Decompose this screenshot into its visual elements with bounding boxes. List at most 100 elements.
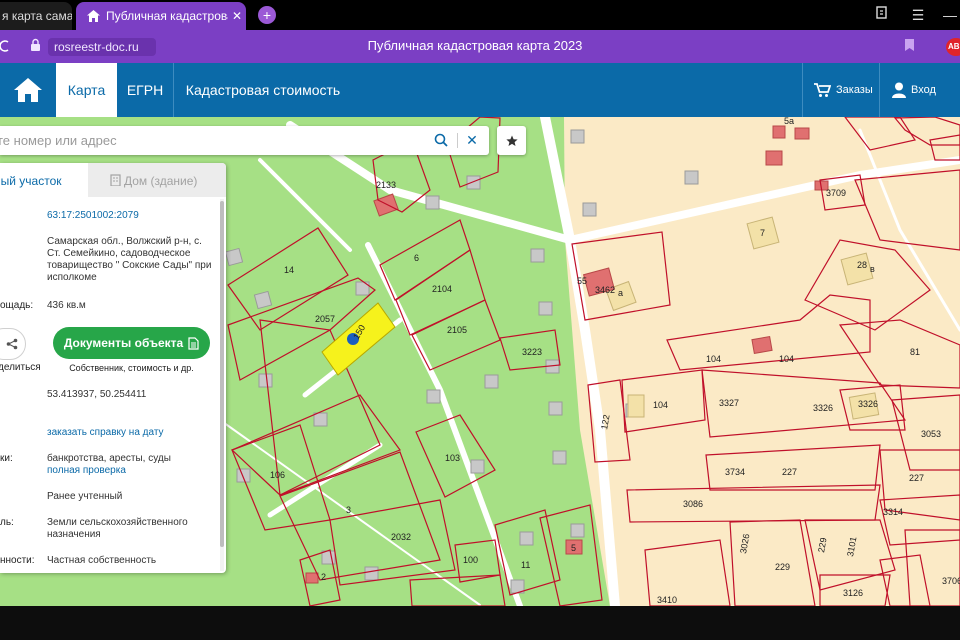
risks-label: ки: [0,453,13,464]
nav-divider [879,63,880,117]
area-label: ощадь: [0,300,34,311]
parcel-label: 229 [775,562,790,572]
minimize-icon[interactable]: — [940,6,960,24]
search-box: ✕ [0,126,489,155]
parcel-label: 3 [346,505,351,515]
tab-building[interactable]: Дом (здание) [88,163,226,197]
parcel-label: 2104 [432,284,452,294]
order-certificate-link[interactable]: заказать справку на дату [47,427,212,439]
share-label: делиться [0,362,41,373]
parcel-label: 5 [571,543,576,553]
browser-tab-active[interactable]: Публичная кадастрова ✕ [76,2,246,30]
parcel-label: 106 [270,470,285,480]
panel-tabs: ный участок Дом (здание) [0,163,226,197]
parcel-label: 11 [521,560,530,570]
ownership-label: нности: [0,555,35,566]
nav-egrn[interactable]: ЕГРН [117,63,173,117]
parcel-label: а [618,288,623,298]
login-label: Вход [911,84,936,96]
parcel-label: 104 [653,400,668,410]
home-icon [14,78,42,102]
parcel-label: 81 [910,347,920,357]
nav-divider [802,63,803,117]
object-documents-button[interactable]: Документы объекта [53,327,210,359]
parcel-label: 227 [782,467,797,477]
parcel-label: 3706 [942,576,960,586]
address-value: Самарская обл., Волжский р-н, с. Ст. Сем… [47,236,212,283]
clear-icon[interactable]: ✕ [465,132,479,148]
category-value: Земли сельскохозяйственного назначения [47,517,188,540]
risks-text: банкротства, аресты, суды [47,453,171,464]
parcel-label: 104 [779,354,794,364]
parcel-label: 7 [760,228,765,238]
coordinates-value: 53.413937, 50.254411 [47,389,147,400]
search-input[interactable] [0,126,420,155]
parcel-label: 28 [857,260,867,270]
tab-search-icon[interactable] [872,6,892,24]
parcel-label: 2105 [447,325,467,335]
login-button[interactable]: Вход [892,63,936,117]
page-title: Публичная кадастровая карта 2023 [367,38,583,53]
cart-icon [814,82,831,97]
parcel-label: 3462 [595,285,615,295]
parcel-label: 5а [784,117,794,126]
tab-title: я карта самар [2,9,72,23]
parcel-label: 2 [321,572,326,582]
url-field[interactable]: rosreestr-doc.ru [48,38,156,56]
orders-label: Заказы [836,84,873,96]
nav-map[interactable]: Карта [56,63,117,117]
site-header: Карта ЕГРН Кадастровая стоимость Заказы … [0,63,960,117]
ownership-value: Частная собственность [47,555,157,566]
parcel-label: 100 [463,555,478,565]
home-favicon-icon [86,9,100,23]
parcel-label: 104 [706,354,721,364]
full-check-link[interactable]: полная проверка [47,465,212,477]
parcel-label: 227 [909,473,924,483]
user-icon [892,82,906,98]
document-icon [188,336,199,350]
favorites-button[interactable] [497,126,526,155]
parcel-label: 3327 [719,398,739,408]
parcel-label: 3734 [725,467,745,477]
orders-button[interactable]: Заказы [814,63,873,117]
parcel-label: в [870,264,875,274]
browser-tab-strip: я карта самар Публичная кадастрова ✕ + ☰… [0,0,960,30]
parcel-label: 3326 [813,403,833,413]
star-icon [505,135,518,146]
browser-tab[interactable]: я карта самар [0,2,72,30]
share-icon [6,338,18,350]
parcel-label: 3223 [522,347,542,357]
share-button[interactable] [0,328,26,360]
parcel-label: 14 [284,265,294,275]
parcel-label: 3086 [683,499,703,509]
parcel-label: 3410 [657,595,677,605]
tab-close-icon[interactable]: ✕ [228,9,246,23]
parcel-label: 3326 [858,399,878,409]
menu-icon[interactable]: ☰ [908,6,928,24]
parcel-label: 2133 [376,180,396,190]
status-value: Ранее учтенный [47,491,123,502]
scrollbar-thumb[interactable] [220,201,224,547]
parcel-label: 6 [414,253,419,263]
cadastral-number[interactable]: 63:17:2501002:2079 [47,210,212,222]
category-label: ль: [0,517,14,528]
reload-icon[interactable] [0,39,10,56]
lock-icon [30,38,41,57]
parcel-label: 55 [577,276,587,286]
nav-cadastral-value[interactable]: Кадастровая стоимость [174,63,352,117]
area-value: 436 кв.м [47,300,86,311]
address-bar: rosreestr-doc.ru Публичная кадастровая к… [0,30,960,63]
building-icon [110,174,121,186]
search-divider [457,133,458,148]
bookmark-icon[interactable] [904,38,915,57]
home-button[interactable] [0,63,56,117]
parcel-label: 3053 [921,429,941,439]
risks-value: банкротства, аресты, суды полная проверк… [47,453,212,477]
parcel-label: 3126 [843,588,863,598]
tab-land-plot[interactable]: ный участок [0,163,88,197]
adblock-icon[interactable]: ABP [946,38,960,56]
new-tab-button[interactable]: + [258,6,276,24]
object-info-panel: ный участок Дом (здание) 63:17:2501002:2… [0,163,226,573]
parcel-label: 2057 [315,314,335,324]
search-icon[interactable] [434,133,448,152]
